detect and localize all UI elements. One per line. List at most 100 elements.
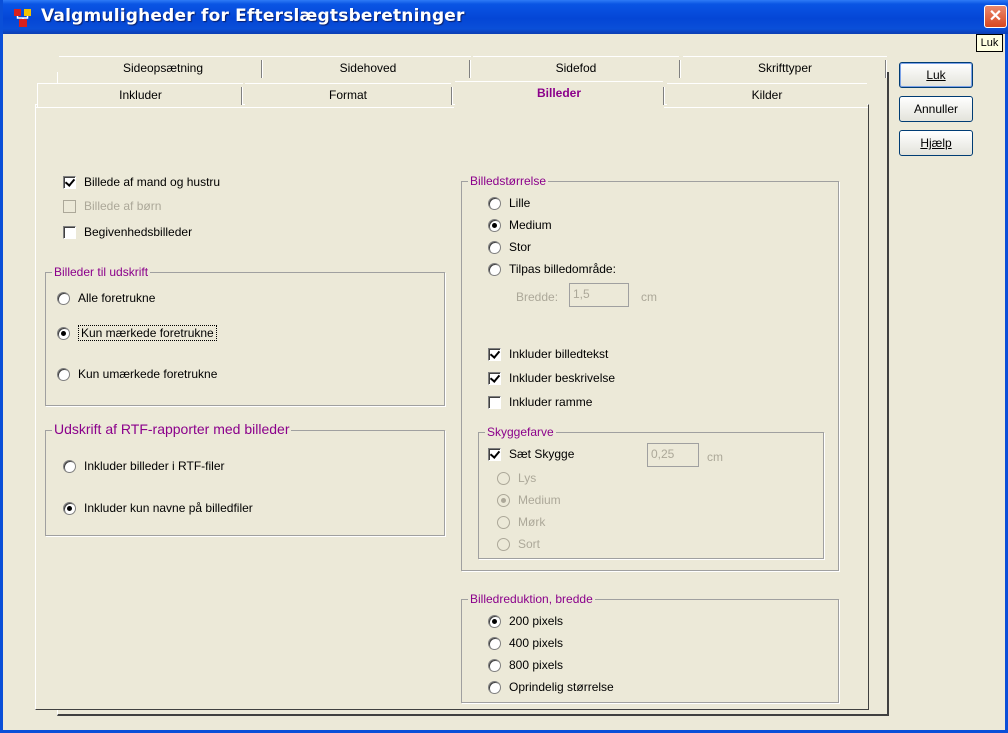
- checkbox-box[interactable]: [488, 447, 501, 461]
- checkbox-box[interactable]: [63, 175, 76, 189]
- radio-button[interactable]: [488, 262, 501, 276]
- radio-inkluder-billeder-rtf[interactable]: Inkluder billeder i RTF-filer: [63, 459, 225, 473]
- cancel-button[interactable]: Annuller: [899, 96, 973, 122]
- radio-button: [497, 515, 510, 529]
- radio-button[interactable]: [57, 367, 70, 381]
- close-window-button[interactable]: ✕: [984, 5, 1007, 28]
- radio-label: Medium: [509, 218, 552, 232]
- radio-800-pixels[interactable]: 800 pixels: [488, 658, 563, 672]
- radio-kun-umaerkede[interactable]: Kun umærkede foretrukne: [57, 367, 217, 381]
- radio-button[interactable]: [488, 658, 501, 672]
- checkbox-begivenhedsbilleder[interactable]: Begivenhedsbilleder: [63, 225, 192, 239]
- radio-button[interactable]: [488, 614, 501, 628]
- radio-button: [497, 471, 510, 485]
- radio-button[interactable]: [488, 196, 501, 210]
- radio-label: Mørk: [518, 515, 546, 529]
- group-title: Billedstørrelse: [468, 174, 549, 188]
- radio-label: 800 pixels: [509, 658, 564, 672]
- radio-label: Medium: [518, 493, 561, 507]
- width-input[interactable]: 1,5: [569, 283, 629, 307]
- checkbox-box[interactable]: [488, 395, 501, 409]
- radio-button[interactable]: [488, 636, 501, 650]
- group-title: Skyggefarve: [485, 425, 556, 439]
- checkbox-box: [63, 199, 76, 213]
- tab-label: Skrifttyper: [757, 61, 812, 75]
- tab-divider: [261, 60, 263, 78]
- checkbox-inkluder-beskrivelse[interactable]: Inkluder beskrivelse: [488, 371, 615, 385]
- radio-label: Sort: [518, 537, 541, 551]
- radio-button[interactable]: [488, 218, 501, 232]
- radio-button[interactable]: [63, 501, 76, 515]
- checkbox-inkluder-ramme[interactable]: Inkluder ramme: [488, 395, 592, 409]
- checkbox-label: Inkluder beskrivelse: [509, 371, 616, 385]
- close-icon: ✕: [988, 8, 1003, 25]
- radio-medium[interactable]: Medium: [488, 218, 552, 232]
- radio-button: [497, 493, 510, 507]
- tab-billeder[interactable]: Billeder: [455, 81, 663, 109]
- width-unit-label: cm: [641, 290, 657, 304]
- radio-button[interactable]: [488, 240, 501, 254]
- radio-label: Oprindelig størrelse: [509, 680, 614, 694]
- checkbox-billede-mand-hustru[interactable]: Billede af mand og hustru: [63, 175, 220, 189]
- radio-200-pixels[interactable]: 200 pixels: [488, 614, 563, 628]
- checkbox-inkluder-billedtekst[interactable]: Inkluder billedtekst: [488, 347, 608, 361]
- radio-stor[interactable]: Stor: [488, 240, 531, 254]
- checkbox-box[interactable]: [488, 371, 501, 385]
- tab-baseline: [36, 107, 454, 108]
- tab-skrifttyper[interactable]: Skrifttyper: [683, 56, 887, 80]
- tab-sidehoved[interactable]: Sidehoved: [265, 56, 471, 80]
- radio-alle-foretrukne[interactable]: Alle foretrukne: [57, 291, 155, 305]
- radio-label: 200 pixels: [509, 614, 564, 628]
- help-button[interactable]: Hjælp: [899, 130, 973, 156]
- radio-label: Tilpas billedområde:: [509, 262, 616, 276]
- checkbox-label: Inkluder ramme: [509, 395, 593, 409]
- radio-inkluder-kun-navne[interactable]: Inkluder kun navne på billedfiler: [63, 501, 253, 515]
- close-tooltip: Luk: [976, 34, 1003, 52]
- tab-label: Sideopsætning: [122, 61, 204, 75]
- window-title: Valgmuligheder for Efterslægtsberetninge…: [41, 6, 465, 26]
- radio-shadow-medium: Medium: [497, 493, 561, 507]
- radio-button[interactable]: [488, 680, 501, 694]
- tab-divider: [451, 87, 453, 105]
- checkbox-label: Begivenhedsbilleder: [84, 225, 193, 239]
- checkbox-label: Billede af børn: [84, 199, 162, 213]
- tab-inkluder[interactable]: Inkluder: [37, 83, 243, 107]
- radio-lille[interactable]: Lille: [488, 196, 530, 210]
- radio-label: Kun mærkede foretrukne: [78, 325, 217, 341]
- radio-label: Lys: [518, 471, 537, 485]
- tab-kilder[interactable]: Kilder: [667, 83, 867, 107]
- tab-format[interactable]: Format: [245, 83, 451, 107]
- radio-sort: Sort: [497, 537, 540, 551]
- radio-button[interactable]: [63, 459, 76, 473]
- radio-tilpas-billedomraade[interactable]: Tilpas billedområde:: [488, 262, 616, 276]
- tab-divider: [885, 60, 887, 78]
- radio-oprindelig-storrelse[interactable]: Oprindelig størrelse: [488, 680, 614, 694]
- radio-label: Kun umærkede foretrukne: [78, 367, 218, 381]
- checkbox-box[interactable]: [488, 347, 501, 361]
- radio-label: Inkluder billeder i RTF-filer: [84, 459, 225, 473]
- group-title: Billeder til udskrift: [52, 265, 151, 279]
- tab-baseline: [664, 107, 868, 108]
- radio-button[interactable]: [57, 326, 70, 340]
- width-label: Bredde:: [516, 290, 559, 304]
- group-rtf-rapporter: Udskrift af RTF-rapporter med billeder: [45, 422, 445, 536]
- tab-sidefod[interactable]: Sidefod: [473, 56, 679, 80]
- radio-400-pixels[interactable]: 400 pixels: [488, 636, 563, 650]
- group-title: Billedreduktion, bredde: [468, 592, 595, 606]
- tab-sideopsaetning[interactable]: Sideopsætning: [59, 56, 267, 80]
- title-bar[interactable]: Valgmuligheder for Efterslægtsberetninge…: [3, 0, 1008, 34]
- radio-button[interactable]: [57, 291, 70, 305]
- radio-label: Stor: [509, 240, 532, 254]
- radio-button: [497, 537, 510, 551]
- checkbox-saet-skygge[interactable]: Sæt Skygge: [488, 447, 574, 461]
- radio-label: Inkluder kun navne på billedfiler: [84, 501, 253, 515]
- shadow-unit-label: cm: [707, 450, 723, 464]
- tab-label: Inkluder: [119, 88, 162, 102]
- checkbox-box[interactable]: [63, 225, 76, 239]
- checkbox-label: Billede af mand og hustru: [84, 175, 221, 189]
- tab-label: Sidefod: [555, 61, 597, 75]
- family-tree-icon: [14, 9, 31, 27]
- close-button[interactable]: Luk: [899, 62, 973, 88]
- radio-kun-maerkede[interactable]: Kun mærkede foretrukne: [57, 325, 217, 341]
- shadow-size-input[interactable]: 0,25: [647, 443, 699, 467]
